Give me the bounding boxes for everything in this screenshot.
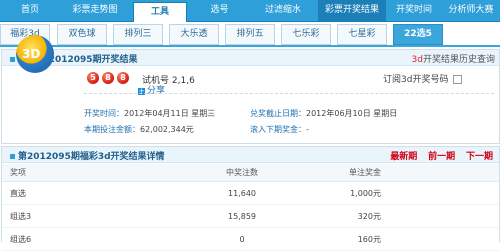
red-ball: 5 xyxy=(87,72,99,84)
nav-home[interactable]: 首页 xyxy=(0,0,60,21)
lottery-tabs: 福彩3d 双色球 排列三 大乐透 排列五 七乐彩 七星彩 22选5 xyxy=(0,24,500,46)
next-period-link[interactable]: 下一期 xyxy=(466,152,493,162)
nav-lottery-results[interactable]: 彩票开奖结果 xyxy=(318,0,386,21)
tab-pl3[interactable]: 排列三 xyxy=(113,24,163,45)
nav-draw-time[interactable]: 开奖时间 xyxy=(388,0,440,21)
subscribe-link[interactable]: 订阅3d开奖号码 xyxy=(383,72,463,85)
red-ball: 8 xyxy=(117,72,129,84)
header-count: 中奖注数 xyxy=(181,164,303,182)
header-amount: 单注奖金 xyxy=(303,164,499,182)
tab-ssq[interactable]: 双色球 xyxy=(57,24,107,45)
nav-trend-chart[interactable]: 彩票走势图 xyxy=(60,0,130,21)
top-navigation: 首页 彩票走势图 工具 选号 过滤缩水 彩票开奖结果 开奖时间 分析师大赛 xyxy=(0,0,500,22)
prize-amount: 320元 xyxy=(303,204,499,228)
draw-result-header: 福彩3d2012095期开奖结果 3d开奖结果历史查询 xyxy=(2,50,499,66)
table-row: 组选6 0 160元 xyxy=(2,227,499,251)
tab-underline xyxy=(0,45,500,47)
table-row: 直选 11,640 1,000元 xyxy=(2,181,499,205)
table-row: 组选3 15,859 320元 xyxy=(2,204,499,228)
draw-detail-panel: 第2012095期福彩3d开奖结果详情 最新期 前一期 下一期 奖项 中奖注数 … xyxy=(1,146,500,251)
rollover-pool: 滚入下期奖金：- xyxy=(250,125,309,134)
detail-header: 第2012095期福彩3d开奖结果详情 最新期 前一期 下一期 xyxy=(2,147,499,163)
share-button[interactable]: + 分享 xyxy=(138,83,165,96)
header-prize: 奖项 xyxy=(2,164,181,182)
tab-pl5[interactable]: 排列五 xyxy=(225,24,275,45)
detail-title: 第2012095期福彩3d开奖结果详情 xyxy=(10,149,165,162)
red-ball: 8 xyxy=(102,72,114,84)
prize-name: 组选6 xyxy=(2,227,181,251)
tab-dlt[interactable]: 大乐透 xyxy=(169,24,219,45)
period-links: 最新期 前一期 下一期 xyxy=(382,149,493,162)
prize-table: 奖项 中奖注数 单注奖金 直选 11,640 1,000元 组选3 15,859… xyxy=(2,164,499,251)
tab-22x5[interactable]: 22选5 xyxy=(393,24,443,45)
previous-period-link[interactable]: 前一期 xyxy=(428,152,455,162)
deadline: 兑奖截止日期：2012年06月10日 星期日 xyxy=(250,109,398,118)
prize-amount: 1,000元 xyxy=(303,181,499,205)
latest-period-link[interactable]: 最新期 xyxy=(390,152,417,162)
win-count: 0 xyxy=(181,227,303,251)
win-count: 11,640 xyxy=(181,181,303,205)
history-link[interactable]: 3d开奖结果历史查询 xyxy=(412,52,495,65)
tab-qlc[interactable]: 七乐彩 xyxy=(281,24,331,45)
nav-tools[interactable]: 工具 xyxy=(133,2,187,22)
divider xyxy=(84,93,494,94)
nav-filter[interactable]: 过滤缩水 xyxy=(252,0,314,21)
open-time: 开奖时间：2012年04月11日 星期三 xyxy=(84,109,216,118)
nav-analyst-contest[interactable]: 分析师大赛 xyxy=(442,0,500,21)
table-header-row: 奖项 中奖注数 单注奖金 xyxy=(2,164,499,182)
tab-qxc[interactable]: 七星彩 xyxy=(337,24,387,45)
checkbox[interactable] xyxy=(453,75,463,84)
win-count: 15,859 xyxy=(181,204,303,228)
prize-name: 组选3 xyxy=(2,204,181,228)
bullet-icon xyxy=(10,57,15,62)
fc3d-logo-icon: 3D xyxy=(16,35,54,73)
sales-amount: 本期投注金额：62,002,344元 xyxy=(84,125,194,134)
nav-pick-numbers[interactable]: 选号 xyxy=(192,0,247,21)
prize-amount: 160元 xyxy=(303,227,499,251)
prize-name: 直选 xyxy=(2,181,181,205)
bullet-icon xyxy=(10,154,15,159)
